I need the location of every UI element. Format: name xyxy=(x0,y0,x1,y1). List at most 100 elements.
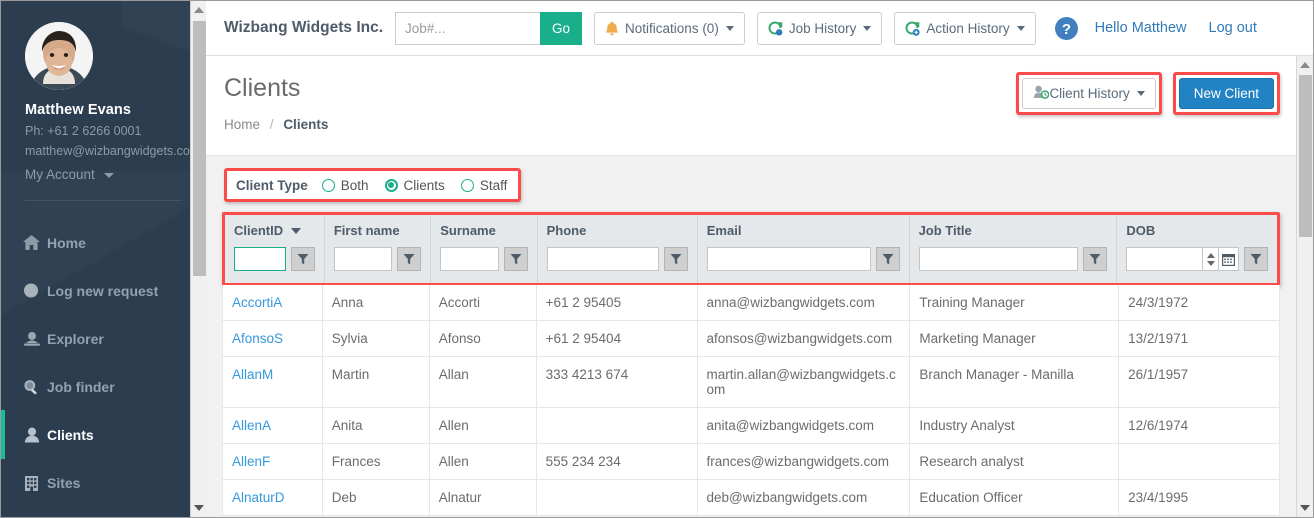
column-job-title[interactable]: Job Title xyxy=(909,215,1118,283)
page-header: Clients Home / Clients Client History Ne… xyxy=(206,56,1296,156)
radio-both[interactable]: Both xyxy=(321,177,369,193)
application-window: Matthew Evans Ph: +61 2 6266 0001 matthe… xyxy=(1,1,1313,517)
filter-input-first-name[interactable] xyxy=(333,247,393,271)
sidebar-item-sites[interactable]: Sites xyxy=(1,469,206,496)
chevron-down-icon xyxy=(725,25,734,31)
filter-button-first-name[interactable] xyxy=(397,247,422,271)
column-surname[interactable]: Surname xyxy=(430,215,538,283)
sidebar: Matthew Evans Ph: +61 2 6266 0001 matthe… xyxy=(1,1,206,517)
hello-user-link[interactable]: Hello Matthew xyxy=(1095,20,1187,36)
notifications-button[interactable]: Notifications (0) xyxy=(594,11,745,45)
logout-link[interactable]: Log out xyxy=(1209,20,1257,36)
sidebar-scroll-up-arrow[interactable] xyxy=(191,1,206,19)
chevron-down-icon xyxy=(1136,91,1145,96)
cell-dob: 13/2/1971 xyxy=(1118,320,1280,357)
client-link[interactable]: AfonsoS xyxy=(232,331,283,346)
cell-clientid: AlnaturD xyxy=(222,479,323,516)
table-row[interactable]: AllanM Martin Allan 333 4213 674 martin.… xyxy=(222,356,1280,408)
sidebar-item-job-finder[interactable]: Job finder xyxy=(1,373,206,400)
filter-input-email[interactable] xyxy=(706,247,871,271)
filter-button-dob[interactable] xyxy=(1244,247,1268,271)
page-scroll-up-arrow[interactable] xyxy=(1297,56,1313,74)
filter-input-job-title[interactable] xyxy=(918,247,1079,271)
filter-button-clientid[interactable] xyxy=(290,247,315,271)
sidebar-scrollbar[interactable] xyxy=(190,1,206,517)
breadcrumb-home[interactable]: Home xyxy=(224,117,260,132)
filter-button-job-title[interactable] xyxy=(1083,247,1108,271)
job-history-button[interactable]: Job History xyxy=(756,11,883,45)
cell-email: frances@wizbangwidgets.com xyxy=(696,443,911,480)
action-history-button[interactable]: Action History xyxy=(894,11,1036,45)
cell-job-title: Education Officer xyxy=(909,479,1120,516)
column-dob[interactable]: DOB xyxy=(1116,215,1277,283)
column-first-name[interactable]: First name xyxy=(324,215,432,283)
radio-label: Both xyxy=(340,177,369,193)
client-link[interactable]: AllenA xyxy=(232,418,271,433)
sidebar-scroll-down-arrow[interactable] xyxy=(191,499,206,517)
table-row[interactable]: AfonsoS Sylvia Afonso +61 2 95404 afonso… xyxy=(222,320,1280,357)
filter-input-phone[interactable] xyxy=(546,247,659,271)
sidebar-item-label: Home xyxy=(47,234,86,251)
client-history-label: Client History xyxy=(1049,86,1130,101)
calendar-icon[interactable] xyxy=(1219,247,1239,271)
job-search-box: Go xyxy=(395,11,583,45)
client-type-highlight: Client Type Both Clients Staff xyxy=(224,168,522,202)
client-history-button[interactable]: Client History xyxy=(1022,78,1156,109)
filter-button-email[interactable] xyxy=(875,247,900,271)
client-link[interactable]: AllanM xyxy=(232,367,273,382)
client-type-group: Client Type Both Clients Staff xyxy=(227,171,518,199)
page-scrollbar[interactable] xyxy=(1296,56,1313,517)
sidebar-item-home[interactable]: Home xyxy=(1,229,206,256)
column-phone[interactable]: Phone xyxy=(537,215,698,283)
new-client-button[interactable]: New Client xyxy=(1178,78,1274,109)
cell-clientid: AllenA xyxy=(222,407,323,444)
sidebar-item-clients[interactable]: Clients xyxy=(1,410,206,459)
cell-job-title: Training Manager xyxy=(909,285,1120,321)
sort-descending-icon[interactable] xyxy=(291,227,302,234)
cell-surname: Allan xyxy=(428,356,537,408)
filter-button-phone[interactable] xyxy=(663,247,688,271)
cell-email: deb@wizbangwidgets.com xyxy=(696,479,911,516)
cell-clientid: AllanM xyxy=(222,356,323,408)
filter-input-surname[interactable] xyxy=(440,247,499,271)
go-button[interactable]: Go xyxy=(540,11,583,45)
date-spinner[interactable] xyxy=(1203,247,1219,271)
cell-phone: 333 4213 674 xyxy=(535,356,698,408)
cell-email: afonsos@wizbangwidgets.com xyxy=(696,320,911,357)
help-icon[interactable]: ? xyxy=(1054,16,1079,41)
top-toolbar: Wizbang Widgets Inc. Go Notifications (0… xyxy=(206,1,1313,56)
cell-first-name: Deb xyxy=(321,479,430,516)
page-content: Clients Home / Clients Client History Ne… xyxy=(206,56,1296,517)
sidebar-item-explorer[interactable]: Explorer xyxy=(1,325,206,352)
filter-button-surname[interactable] xyxy=(503,247,528,271)
sidebar-item-log-new-request[interactable]: Log new request xyxy=(1,277,206,304)
column-clientid[interactable]: ClientID xyxy=(225,215,325,283)
table-row[interactable]: AllenA Anita Allen anita@wizbangwidgets.… xyxy=(222,407,1280,444)
cell-phone: 555 234 234 xyxy=(535,443,698,480)
table-row[interactable]: AccortiA Anna Accorti +61 2 95405 anna@w… xyxy=(222,285,1280,321)
table-row[interactable]: AllenF Frances Allen 555 234 234 frances… xyxy=(222,443,1280,480)
sidebar-item-label: Clients xyxy=(47,426,94,443)
client-link[interactable]: AccortiA xyxy=(232,295,282,310)
avatar-photo-icon xyxy=(25,22,93,90)
building-icon xyxy=(23,475,47,491)
job-search-input[interactable] xyxy=(395,11,541,45)
client-type-filter-area: Client Type Both Clients Staff xyxy=(206,156,1296,202)
filter-input-clientid[interactable] xyxy=(234,247,286,271)
client-link[interactable]: AlnaturD xyxy=(232,490,285,505)
radio-clients[interactable]: Clients xyxy=(384,178,445,193)
table-row[interactable]: AlnaturD Deb Alnatur deb@wizbangwidgets.… xyxy=(222,479,1280,516)
column-email[interactable]: Email xyxy=(697,215,910,283)
page-scroll-down-arrow[interactable] xyxy=(1297,499,1313,517)
filter-input-dob[interactable] xyxy=(1126,247,1203,271)
sidebar-scroll-thumb[interactable] xyxy=(193,21,206,276)
client-link[interactable]: AllenF xyxy=(232,454,270,469)
radio-staff[interactable]: Staff xyxy=(460,178,507,193)
cell-dob: 12/6/1974 xyxy=(1118,407,1280,444)
cell-clientid: AllenF xyxy=(222,443,323,480)
cell-clientid: AfonsoS xyxy=(222,320,323,357)
breadcrumb-current: Clients xyxy=(283,117,329,132)
page-scroll-thumb[interactable] xyxy=(1299,75,1312,237)
notifications-label: Notifications (0) xyxy=(625,20,719,36)
column-header-label: ClientID xyxy=(234,223,284,238)
